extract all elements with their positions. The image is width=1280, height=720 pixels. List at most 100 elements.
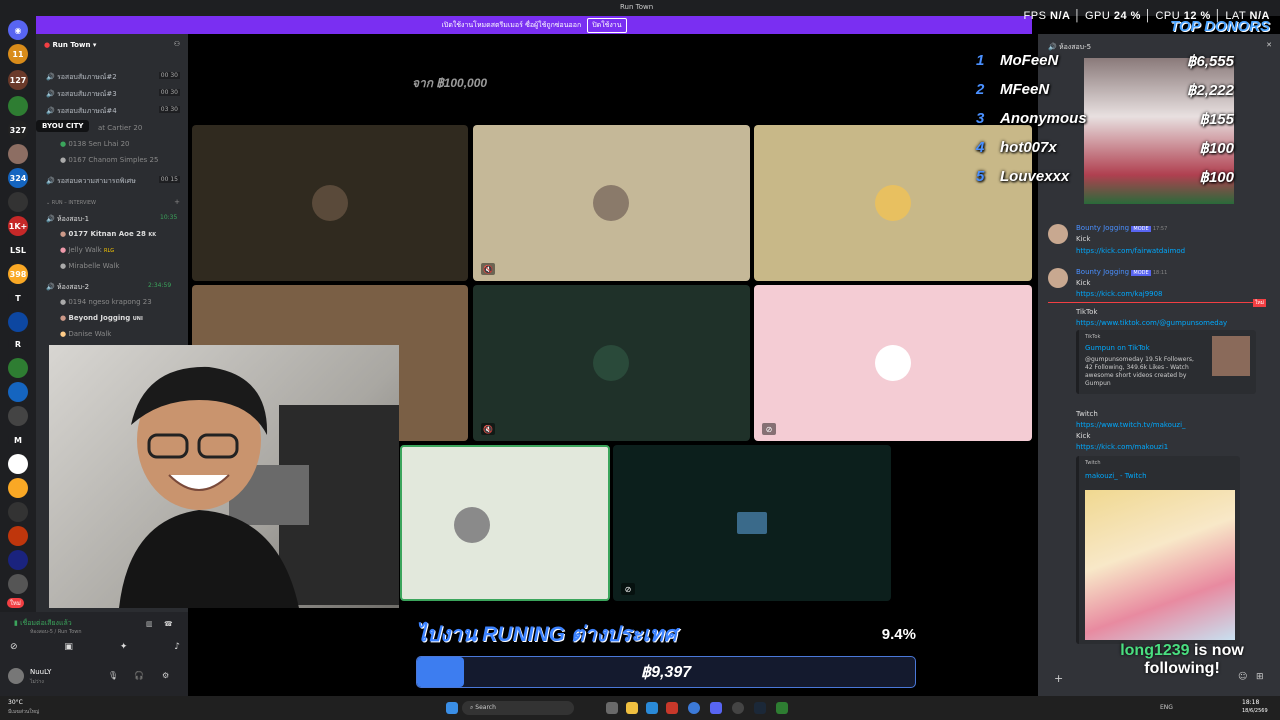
server-icon[interactable] xyxy=(8,382,28,402)
voice-user[interactable]: ● 0138 Sen Lhai 20 xyxy=(60,140,130,148)
server-icon[interactable]: T xyxy=(8,288,28,308)
headphone-icon[interactable]: 🎧 xyxy=(134,671,144,680)
settings-icon[interactable]: ⚙ xyxy=(162,671,169,680)
disconnect-icon[interactable]: ☎ xyxy=(164,620,173,628)
server-icon[interactable]: R xyxy=(8,334,28,354)
avatar xyxy=(737,512,767,534)
server-icon[interactable] xyxy=(8,96,28,116)
voice-user[interactable]: ● 0177 Kitnan Aoe 28 KK xyxy=(60,230,156,238)
video-icon[interactable]: ⊘ xyxy=(10,642,18,652)
clock-time[interactable]: 18:18 xyxy=(1242,699,1259,706)
server-icon[interactable] xyxy=(8,454,28,474)
discord-home-icon[interactable]: ◉ xyxy=(8,20,28,40)
voice-user[interactable]: ● Danise Walk xyxy=(60,330,111,338)
server-icon[interactable] xyxy=(8,574,28,594)
lang-indicator[interactable]: ENG xyxy=(1160,704,1173,711)
noise-icon[interactable]: ▥ xyxy=(146,620,153,628)
add-channel-icon[interactable]: + xyxy=(174,198,180,206)
server-icon[interactable]: 1K+ xyxy=(8,216,28,236)
chat-message: Bounty Jogging MODE 18:11 xyxy=(1076,268,1168,276)
embed-title[interactable]: makouzi_ - Twitch xyxy=(1085,472,1147,480)
channel-label: รอสอบสัมภาษณ์#2 xyxy=(56,73,117,81)
voice-channel[interactable]: 🔊 ห้องสอบ-1 xyxy=(46,214,89,225)
server-name-header[interactable]: ● Run Town ▾ xyxy=(44,41,96,49)
server-icon[interactable]: LSL xyxy=(8,240,28,260)
avatar xyxy=(312,185,348,221)
message-link[interactable]: https://kick.com/kaj9908 xyxy=(1076,290,1163,298)
voice-user[interactable]: ● Beyond Jogging UNI xyxy=(60,314,143,322)
voice-user[interactable]: ● 0167 Chanom Simples 25 xyxy=(60,156,158,164)
soundboard-icon[interactable]: ♪ xyxy=(174,642,180,652)
edge-icon[interactable] xyxy=(646,702,658,714)
server-icon[interactable] xyxy=(8,358,28,378)
participant-tile[interactable]: ⊘ xyxy=(754,285,1032,441)
avatar[interactable] xyxy=(1048,224,1068,244)
message-link[interactable]: https://kick.com/makouzi1 xyxy=(1076,443,1168,451)
message-link[interactable]: https://kick.com/fairwatdaimod xyxy=(1076,247,1185,255)
server-icon[interactable] xyxy=(8,502,28,522)
server-icon[interactable] xyxy=(8,144,28,164)
link-embed[interactable]: TikTok Gumpun on TikTok @gumpunsomeday 1… xyxy=(1076,330,1256,394)
category-header[interactable]: ⌄ RUN – INTERVIEW xyxy=(46,200,96,206)
participant-tile-speaking[interactable] xyxy=(400,445,610,601)
channel-item[interactable]: 🔊 รอสอบสัมภาษณ์#3 xyxy=(46,89,117,100)
app-icon[interactable] xyxy=(776,702,788,714)
server-icon[interactable]: M xyxy=(8,430,28,450)
activity-icon[interactable]: ✦ xyxy=(120,642,128,652)
mic-icon[interactable]: 🎙 xyxy=(108,671,118,680)
server-icon[interactable] xyxy=(8,526,28,546)
avatar[interactable] xyxy=(1048,268,1068,288)
message-link[interactable]: https://www.twitch.tv/makouzi_ xyxy=(1076,421,1186,429)
server-icon[interactable] xyxy=(8,312,28,332)
message-link[interactable]: https://www.tiktok.com/@gumpunsomeday xyxy=(1076,319,1227,327)
file-explorer-icon[interactable] xyxy=(626,702,638,714)
app-icon[interactable] xyxy=(666,702,678,714)
participant-tile[interactable]: 🔇 xyxy=(473,285,750,441)
start-icon[interactable] xyxy=(446,702,458,714)
embed-thumbnail xyxy=(1212,336,1250,376)
channel-item[interactable]: 🔊 รอสอบสัมภาษณ์#2 xyxy=(46,72,117,83)
chrome-icon[interactable] xyxy=(688,702,700,714)
server-icon[interactable]: 324 xyxy=(8,168,28,188)
add-attachment-icon[interactable]: + xyxy=(1054,672,1063,685)
task-view-icon[interactable] xyxy=(606,702,618,714)
voice-timer: 2:34:59 xyxy=(148,282,172,289)
banner-text: เปิดใช้งานโหมดสตรีมเมอร์ ซื่อผู้ใช้ถูกซ่… xyxy=(441,20,582,29)
voice-channel[interactable]: 🔊 ห้องสอบ-2 xyxy=(46,282,89,293)
server-icon[interactable]: 127 xyxy=(8,70,28,90)
embed-title[interactable]: Gumpun on TikTok xyxy=(1085,344,1150,352)
server-icon[interactable] xyxy=(8,406,28,426)
server-icon[interactable] xyxy=(8,192,28,212)
channel-item[interactable]: 🔊 รอสอบความสามารถพิเศษ xyxy=(46,176,136,187)
server-icon[interactable]: 398 xyxy=(8,264,28,284)
participant-tile[interactable] xyxy=(192,125,468,281)
channel-item[interactable]: 🔊 รอสอบสัมภาษณ์#4 xyxy=(46,106,117,117)
server-icon[interactable] xyxy=(8,478,28,498)
participant-tile[interactable]: 🔇 xyxy=(473,125,750,281)
server-label: M xyxy=(14,435,22,445)
disable-streamer-mode-button[interactable]: ปิดใช้งาน xyxy=(587,17,627,33)
message-text: Kick xyxy=(1076,279,1091,287)
donation-goal: ไปงาน RUNING ต่างประเทศ 9.4% ฿9,397 xyxy=(416,618,916,690)
discord-icon[interactable] xyxy=(710,702,722,714)
voice-user[interactable]: ● Jelly Walk RLG xyxy=(60,246,114,254)
server-icon[interactable]: 327 xyxy=(8,120,28,140)
voice-user[interactable]: ● Mirabelle Walk xyxy=(60,262,119,270)
server-icon[interactable]: 11 xyxy=(8,44,28,64)
username: NuuLY xyxy=(30,668,52,676)
participant-tile[interactable]: ⊘ xyxy=(613,445,891,601)
screen-share-icon[interactable]: ▣ xyxy=(64,642,73,652)
server-icon[interactable] xyxy=(8,550,28,570)
avatar[interactable] xyxy=(8,668,24,684)
voice-user[interactable]: ● 0194 ngeso krapong 23 xyxy=(60,298,152,306)
apps-icon[interactable]: ⊞ xyxy=(1256,672,1264,682)
embed-image xyxy=(1085,490,1235,640)
steam-icon[interactable] xyxy=(754,702,766,714)
obs-icon[interactable] xyxy=(732,702,744,714)
link-embed[interactable]: Twitch makouzi_ - Twitch xyxy=(1076,456,1240,644)
voice-user[interactable]: at Cartier 20 xyxy=(98,124,142,132)
add-member-icon[interactable]: ⚇ xyxy=(174,40,180,48)
taskbar-search[interactable]: ⌕ Search xyxy=(462,701,574,715)
weather-temp[interactable]: 30°C xyxy=(8,699,23,706)
embed-description: @gumpunsomeday 19.5k Followers, 42 Follo… xyxy=(1085,356,1194,387)
